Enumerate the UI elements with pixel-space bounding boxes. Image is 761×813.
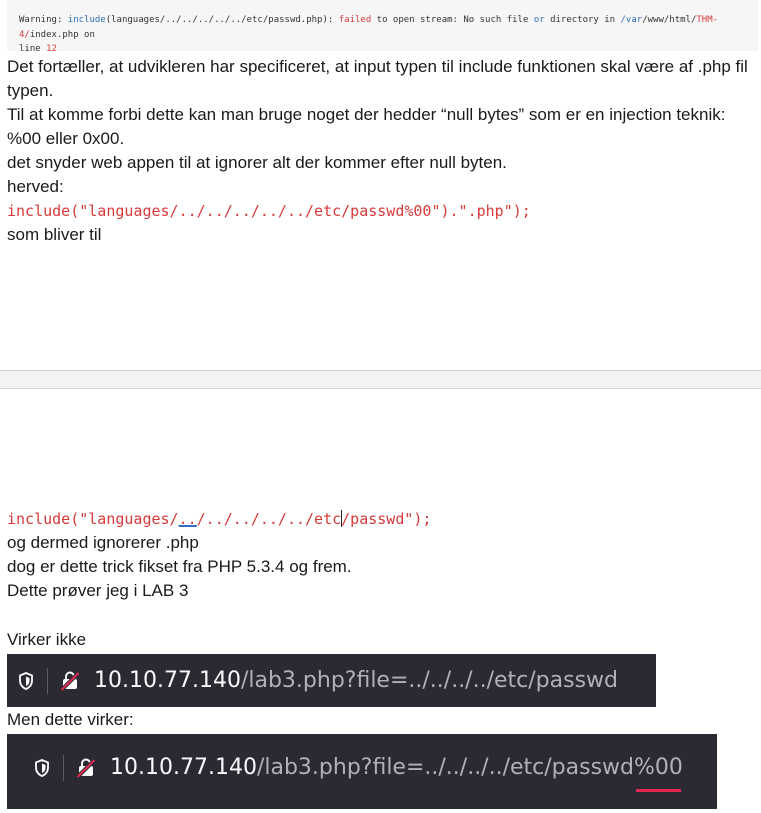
paragraph-working: Men dette virker: xyxy=(7,710,134,729)
include-arg: (languages/../../../../../etc/passwd.php… xyxy=(105,15,328,25)
or-word: or xyxy=(533,15,545,25)
url-bar-separator xyxy=(47,667,48,694)
shield-icon[interactable] xyxy=(15,670,37,692)
section-divider xyxy=(0,370,761,389)
shield-icon[interactable] xyxy=(31,757,53,779)
failed-word: failed xyxy=(338,15,372,25)
url-null-byte[interactable]: %00 xyxy=(634,755,683,792)
line-label: line xyxy=(19,44,47,54)
paragraph-ignores: og dermed ignorerer .php xyxy=(7,533,199,552)
php-warning-block: Warning: include(languages/../../../../.… xyxy=(7,0,758,54)
url-bar-working[interactable]: 10.10.77.140/lab3.php?file=../../../../e… xyxy=(7,734,717,809)
url-bar-separator xyxy=(63,754,64,781)
url-host[interactable]: 10.10.77.140 xyxy=(94,668,241,693)
insecure-lock-icon[interactable] xyxy=(58,669,82,693)
include-keyword: include xyxy=(67,15,106,25)
underlined-dots: .. xyxy=(178,510,197,528)
path-www: /www/html/ xyxy=(642,15,697,25)
paragraph-herved: herved: xyxy=(7,177,64,196)
url-host[interactable]: 10.10.77.140 xyxy=(110,755,257,780)
paragraph-explanation: Det fortæller, at udvikleren har specifi… xyxy=(7,57,748,100)
url-bar-failing[interactable]: 10.10.77.140/lab3.php?file=../../../../e… xyxy=(7,654,656,707)
code-include-result: include("languages/../../../../../etc/pa… xyxy=(7,510,432,528)
paragraph-trick: det snyder web appen til at ignorer alt … xyxy=(7,153,507,172)
path-var: /var xyxy=(620,15,643,25)
red-underline-mark xyxy=(636,789,681,792)
paragraph-fixed: dog er dette trick fikset fra PHP 5.3.4 … xyxy=(7,557,352,576)
url-path[interactable]: /lab3.php?file=../../../../etc/passwd xyxy=(257,755,634,780)
warning-label: Warning xyxy=(19,15,57,25)
paragraph-null-bytes: Til at komme forbi dette kan man bruge n… xyxy=(7,105,726,148)
line-number: 12 xyxy=(46,44,57,54)
paragraph-not-working: Virker ikke xyxy=(7,630,87,649)
paragraph-lab3: Dette prøver jeg i LAB 3 xyxy=(7,581,189,600)
path-index: index.php on xyxy=(29,29,95,40)
paragraph-becomes: som bliver til xyxy=(7,225,102,244)
url-path[interactable]: /lab3.php?file=../../../../etc/passwd xyxy=(241,668,618,693)
insecure-lock-icon[interactable] xyxy=(74,756,98,780)
code-include-null: include("languages/../../../../../etc/pa… xyxy=(7,202,531,220)
